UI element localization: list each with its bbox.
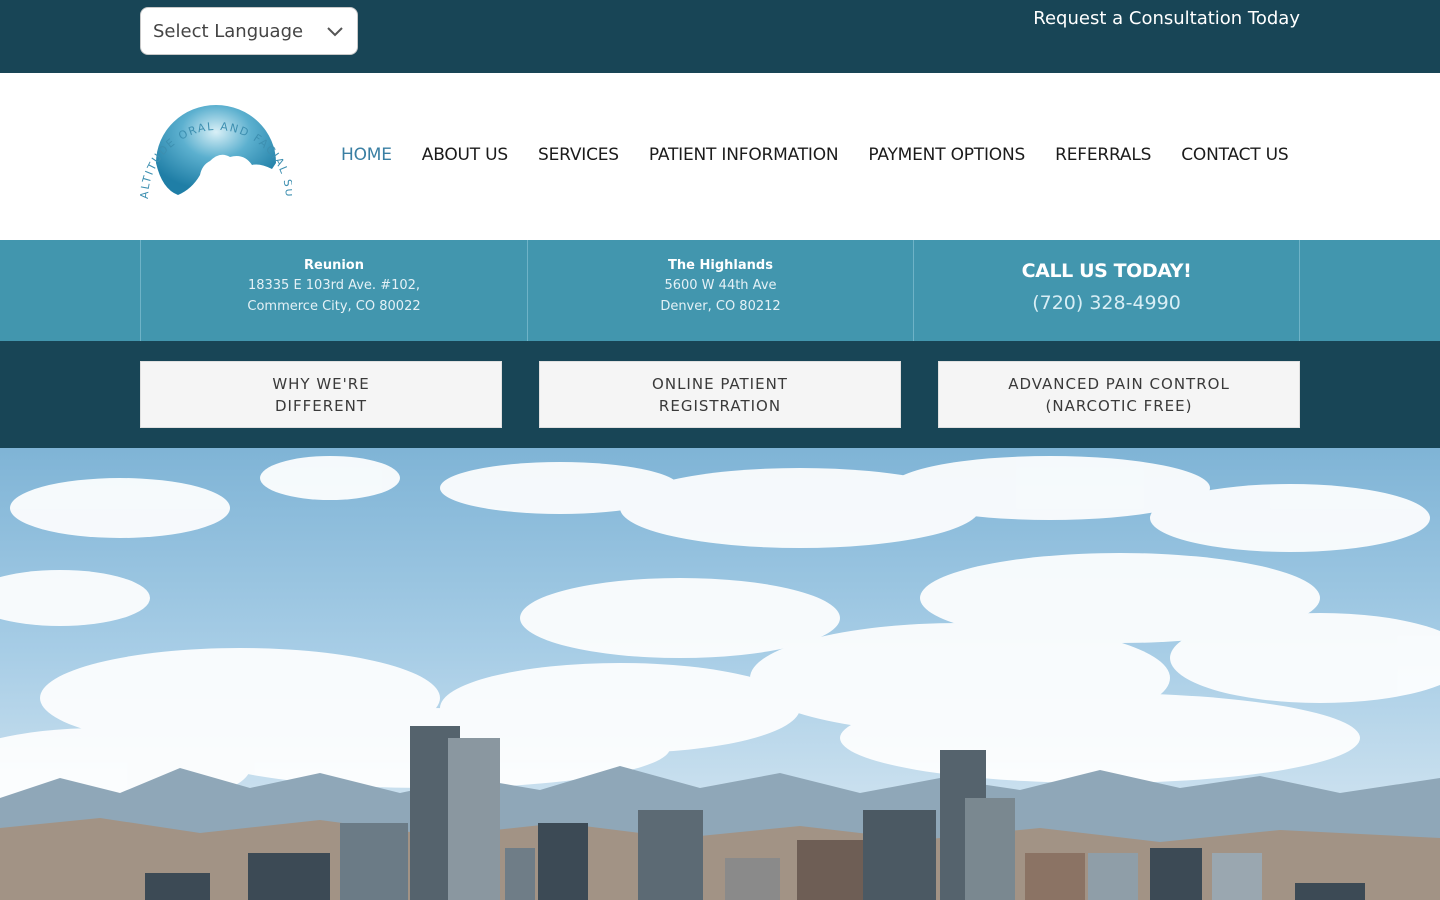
nav-payment-options[interactable]: PAYMENT OPTIONS bbox=[868, 145, 1025, 165]
main-nav: HOME ABOUT US SERVICES PATIENT INFORMATI… bbox=[341, 145, 1289, 165]
altitude-logo[interactable]: ALTITUDE ORAL AND FACIAL SURGERY bbox=[140, 101, 292, 205]
location-address-line1: 18335 E 103rd Ave. #102, bbox=[247, 278, 421, 293]
request-consultation-link[interactable]: Request a Consultation Today bbox=[1033, 8, 1300, 29]
nav-contact-us[interactable]: CONTACT US bbox=[1181, 145, 1288, 165]
pain-control-label: ADVANCED PAIN CONTROL (NARCOTIC FREE) bbox=[1008, 374, 1230, 415]
nav-services[interactable]: SERVICES bbox=[538, 145, 619, 165]
cta-bar: WHY WE'RE DIFFERENT ONLINE PATIENT REGIS… bbox=[0, 341, 1440, 448]
call-us-block: CALL US TODAY! (720) 328-4990 bbox=[913, 240, 1300, 341]
online-registration-button[interactable]: ONLINE PATIENT REGISTRATION bbox=[539, 361, 901, 428]
phone-number-link[interactable]: (720) 328-4990 bbox=[914, 292, 1299, 314]
language-select[interactable]: Select Language bbox=[140, 7, 358, 55]
nav-patient-information[interactable]: PATIENT INFORMATION bbox=[649, 145, 839, 165]
location-address-line2: Denver, CO 80212 bbox=[660, 299, 781, 314]
online-registration-label: ONLINE PATIENT REGISTRATION bbox=[652, 374, 788, 415]
location-reunion: Reunion 18335 E 103rd Ave. #102, Commerc… bbox=[140, 240, 527, 341]
hero-image-denver-skyline bbox=[0, 448, 1440, 900]
nav-about-us[interactable]: ABOUT US bbox=[422, 145, 508, 165]
location-name: Reunion bbox=[304, 258, 364, 273]
location-name: The Highlands bbox=[668, 258, 773, 273]
location-address-line2: Commerce City, CO 80022 bbox=[247, 299, 421, 314]
locations-bar: Reunion 18335 E 103rd Ave. #102, Commerc… bbox=[0, 240, 1440, 341]
nav-home[interactable]: HOME bbox=[341, 145, 392, 165]
chevron-down-icon bbox=[327, 27, 343, 37]
pain-control-button[interactable]: ADVANCED PAIN CONTROL (NARCOTIC FREE) bbox=[938, 361, 1300, 428]
location-highlands: The Highlands 5600 W 44th Ave Denver, CO… bbox=[527, 240, 913, 341]
skyline-illustration bbox=[0, 456, 1440, 900]
site-header: ALTITUDE ORAL AND FACIAL SURGERY HOME AB… bbox=[0, 73, 1440, 240]
call-us-title: CALL US TODAY! bbox=[1021, 260, 1192, 282]
why-different-label: WHY WE'RE DIFFERENT bbox=[272, 374, 370, 415]
language-select-label: Select Language bbox=[153, 20, 304, 42]
location-address-line1: 5600 W 44th Ave bbox=[664, 278, 777, 293]
top-bar: Select Language Request a Consultation T… bbox=[0, 0, 1440, 73]
why-different-button[interactable]: WHY WE'RE DIFFERENT bbox=[140, 361, 502, 428]
nav-referrals[interactable]: REFERRALS bbox=[1055, 145, 1151, 165]
